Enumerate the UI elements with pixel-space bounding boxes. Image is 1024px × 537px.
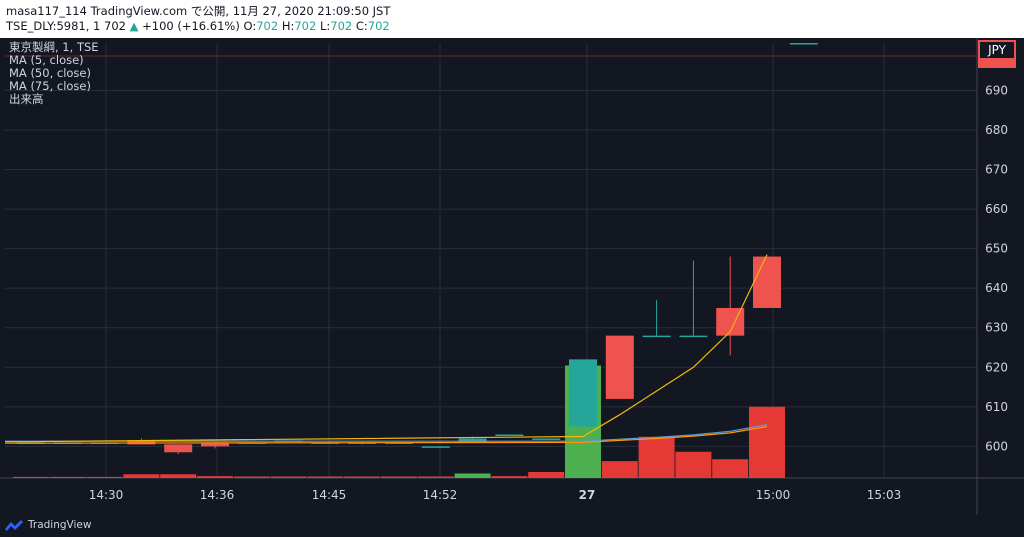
candle-body xyxy=(753,256,781,308)
x-tick-label: 14:30 xyxy=(89,488,124,502)
x-tick-label: 14:52 xyxy=(423,488,458,502)
x-tick-label: 15:03 xyxy=(867,488,902,502)
x-tick-label: 14:36 xyxy=(200,488,235,502)
open-value: 702 xyxy=(256,19,279,33)
price-chart[interactable]: 600 610 620 630 640 650 660 670 680 690 14:30 14:36… xyxy=(0,38,1024,515)
volume-bar xyxy=(528,472,565,478)
y-tick-label: 630 xyxy=(985,321,1008,335)
volume-bar xyxy=(233,476,270,478)
volume-bar xyxy=(381,476,417,478)
high-value: 702 xyxy=(294,19,317,33)
y-tick-label: 690 xyxy=(985,83,1008,97)
candle-body xyxy=(789,43,818,45)
x-tick-label: 14:45 xyxy=(312,488,347,502)
volume-bar xyxy=(270,476,307,478)
y-tick-label: 650 xyxy=(985,242,1008,256)
candle-body xyxy=(569,359,597,427)
x-tick-label: 27 xyxy=(579,488,596,502)
volume-bar xyxy=(712,459,749,478)
y-tick-label: 600 xyxy=(985,439,1008,453)
chart-legend: 東京製綱, 1, TSE MA (5, close) MA (50, close… xyxy=(9,41,99,106)
volume-bar xyxy=(13,476,49,478)
tradingview-logo-icon xyxy=(5,520,23,531)
x-tick-label: 15:00 xyxy=(756,488,791,502)
y-tick-label: 680 xyxy=(985,123,1008,137)
candle-body xyxy=(458,438,487,443)
volume-bar xyxy=(160,474,197,478)
candle-body xyxy=(164,444,193,453)
volume-bar xyxy=(417,476,454,478)
low-value: 702 xyxy=(330,19,353,33)
publish-info: masa117_114 TradingView.com で公開, 11月 27,… xyxy=(6,4,391,18)
y-tick-label: 610 xyxy=(985,400,1008,414)
volume-bar xyxy=(491,476,528,478)
y-tick-label: 620 xyxy=(985,360,1008,374)
symbol-label: TSE_DLY:5981, 1 702 xyxy=(6,19,126,33)
y-tick-label: 660 xyxy=(985,202,1008,216)
y-tick-label: 640 xyxy=(985,281,1008,295)
volume-bar xyxy=(638,436,675,478)
volume-bar xyxy=(749,406,785,478)
volume-bar xyxy=(86,476,123,478)
open-label: O: xyxy=(243,19,257,33)
candle-body xyxy=(679,335,708,338)
candle-body xyxy=(421,446,450,448)
legend-volume[interactable]: 出来高 xyxy=(9,93,99,106)
volume-bar xyxy=(344,476,381,478)
volume-bar xyxy=(197,476,233,478)
volume-bar xyxy=(123,474,160,478)
currency-badge[interactable]: JPY xyxy=(978,40,1016,60)
volume-bar xyxy=(675,451,712,478)
brand-footer: TradingView xyxy=(4,516,91,534)
candle-body xyxy=(642,335,671,338)
volume-bar xyxy=(49,476,86,478)
low-label: L: xyxy=(319,19,331,33)
close-label: C: xyxy=(355,19,368,33)
volume-bar xyxy=(454,473,491,478)
y-tick-label: 670 xyxy=(985,163,1008,177)
close-value: 702 xyxy=(367,19,390,33)
brand-label: TradingView xyxy=(28,519,92,531)
price-change: +100 (+16.61%) xyxy=(142,19,240,33)
candle-body xyxy=(605,335,634,399)
candle-body xyxy=(532,438,561,440)
up-arrow-icon: ▲ xyxy=(129,19,139,33)
last-price-marker xyxy=(978,60,1016,68)
chart-header: masa117_114 TradingView.com で公開, 11月 27,… xyxy=(0,0,1024,38)
high-label: H: xyxy=(281,19,295,33)
symbol-ohlc-line: TSE_DLY:5981, 1 702 ▲ +100 (+16.61%) O:7… xyxy=(6,19,390,33)
volume-bar xyxy=(601,461,638,478)
volume-bar xyxy=(307,476,344,478)
candle-body xyxy=(495,434,524,436)
